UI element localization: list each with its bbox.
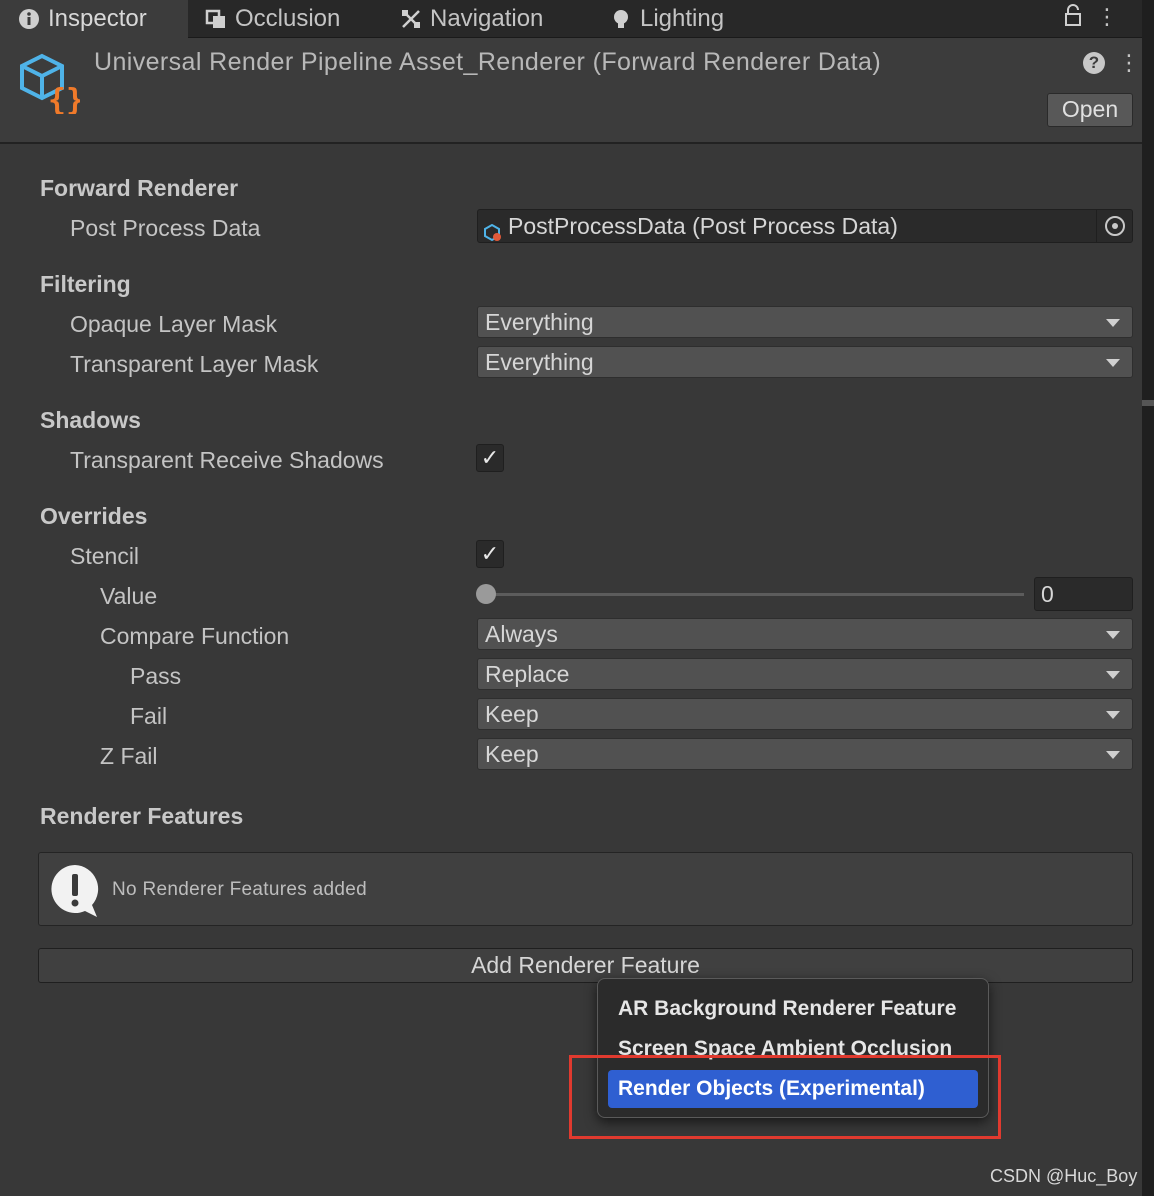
svg-text:{}: {} [48,83,80,114]
section-shadows: Shadows [40,407,141,433]
tab-bar-actions: ⋮ [1064,4,1118,34]
tab-navigation[interactable]: Navigation [400,0,590,38]
stencil-value-input[interactable]: 0 [1034,577,1133,611]
section-filtering: Filtering [40,271,131,297]
stencil-checkbox[interactable]: ✓ [476,540,504,568]
fail-dropdown[interactable]: Keep [477,698,1133,730]
stencil-value-slider-track[interactable] [484,593,1024,596]
z-fail-dropdown[interactable]: Keep [477,738,1133,770]
tab-label: Inspector [48,5,147,32]
stencil-value-slider-handle[interactable] [476,584,496,604]
chevron-down-icon [1106,711,1120,719]
chevron-down-icon [1106,359,1120,367]
tab-label: Lighting [640,5,725,32]
transparent-receive-shadows-checkbox[interactable]: ✓ [476,444,504,472]
transparent-layer-mask-value: Everything [485,349,594,375]
bulb-icon [610,8,632,30]
tab-occlusion[interactable]: Occlusion [205,0,375,38]
section-forward-renderer: Forward Renderer [40,175,239,201]
tab-label: Navigation [430,5,544,32]
lock-icon[interactable] [1064,4,1082,34]
object-picker-icon[interactable] [1096,210,1132,242]
pass-dropdown[interactable]: Replace [477,658,1133,690]
asset-title: Universal Render Pipeline Asset_Renderer… [94,48,882,76]
navigation-icon [400,8,422,30]
opaque-layer-mask-dropdown[interactable]: Everything [477,306,1133,338]
tab-lighting[interactable]: Lighting [610,0,770,38]
renderer-data-icon: {} [18,52,84,118]
post-process-data-value: PostProcessData (Post Process Data) [508,213,898,239]
z-fail-label: Z Fail [100,743,158,769]
occlusion-icon [205,8,227,30]
open-button[interactable]: Open [1047,93,1133,127]
warning-icon [49,863,101,917]
asset-header: {} Universal Render Pipeline Asset_Rende… [0,38,1142,144]
tab-label: Occlusion [235,5,341,32]
watermark: CSDN @Huc_Boy [990,1166,1138,1186]
tab-bar: Inspector Occlusion Navigation Lighting … [0,0,1142,38]
transparent-layer-mask-dropdown[interactable]: Everything [477,346,1133,378]
fail-value: Keep [485,701,539,727]
window-edge [1142,0,1154,1196]
chevron-down-icon [1106,319,1120,327]
opaque-layer-mask-label: Opaque Layer Mask [70,311,278,337]
post-process-asset-icon [484,218,502,242]
scroll-marker [1142,400,1154,406]
pass-value: Replace [485,661,570,687]
asset-menu-icon[interactable]: ⋮ [1118,50,1140,76]
section-renderer-features: Renderer Features [40,803,244,829]
chevron-down-icon [1106,751,1120,759]
help-icon[interactable]: ? [1083,52,1105,74]
inspector-window: Inspector Occlusion Navigation Lighting … [0,0,1154,1196]
pass-label: Pass [130,663,182,689]
menu-item-ar-background[interactable]: AR Background Renderer Feature [608,990,978,1028]
transparent-receive-shadows-label: Transparent Receive Shadows [70,447,384,473]
compare-function-value: Always [485,621,558,647]
post-process-data-label: Post Process Data [70,215,261,241]
annotation-highlight [569,1055,1001,1139]
compare-function-dropdown[interactable]: Always [477,618,1133,650]
z-fail-value: Keep [485,741,539,767]
tab-inspector[interactable]: Inspector [0,0,188,38]
tab-menu-icon[interactable]: ⋮ [1096,4,1118,34]
stencil-value-label: Value [100,583,158,609]
stencil-label: Stencil [70,543,140,569]
section-overrides: Overrides [40,503,148,529]
chevron-down-icon [1106,631,1120,639]
no-features-helpbox: No Renderer Features added [38,852,1133,926]
chevron-down-icon [1106,671,1120,679]
post-process-data-field[interactable]: PostProcessData (Post Process Data) [477,209,1133,243]
info-icon [18,8,40,30]
compare-function-label: Compare Function [100,623,290,649]
transparent-layer-mask-label: Transparent Layer Mask [70,351,319,377]
fail-label: Fail [130,703,168,729]
opaque-layer-mask-value: Everything [485,309,594,335]
no-features-message: No Renderer Features added [112,879,367,900]
